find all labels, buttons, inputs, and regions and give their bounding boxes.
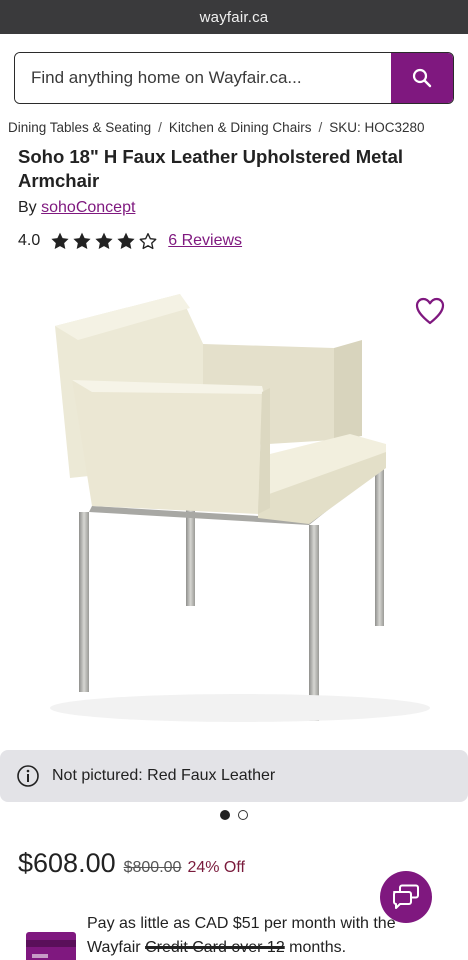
financing-line-2-start: Wayfair bbox=[87, 939, 141, 956]
not-pictured-banner: Not pictured: Red Faux Leather bbox=[0, 750, 468, 802]
by-label: By bbox=[18, 199, 37, 216]
breadcrumb-item-dining-tables[interactable]: Dining Tables & Seating bbox=[8, 120, 151, 135]
star-filled-icon bbox=[117, 232, 135, 249]
carousel-dot-active[interactable] bbox=[220, 810, 230, 820]
breadcrumb-item-kitchen-chairs[interactable]: Kitchen & Dining Chairs bbox=[169, 120, 312, 135]
breadcrumb-sku: SKU: HOC3280 bbox=[329, 119, 425, 135]
breadcrumb-separator: / bbox=[158, 119, 162, 135]
price-discount: 24% Off bbox=[187, 859, 245, 876]
search-bar bbox=[14, 52, 454, 104]
search-button[interactable] bbox=[391, 53, 453, 103]
heart-icon[interactable] bbox=[414, 296, 446, 326]
floor-shadow bbox=[50, 694, 430, 722]
not-pictured-text: Not pictured: Red Faux Leather bbox=[52, 767, 276, 784]
brand-byline: By sohoConcept bbox=[18, 199, 135, 217]
reviews-link[interactable]: 6 Reviews bbox=[168, 232, 242, 250]
star-rating bbox=[50, 231, 158, 251]
star-filled-icon bbox=[95, 232, 113, 249]
financing-line-2-struck: Credit Card over 12 bbox=[145, 939, 285, 956]
url-text: wayfair.ca bbox=[199, 8, 269, 26]
rating-row: 4.0 6 Reviews bbox=[18, 229, 242, 253]
search-input[interactable] bbox=[15, 53, 391, 103]
breadcrumb-separator: / bbox=[318, 119, 323, 135]
breadcrumb: Dining Tables & Seating / Kitchen & Dini… bbox=[0, 117, 468, 137]
star-filled-icon bbox=[73, 232, 91, 249]
product-image-armchair[interactable] bbox=[0, 268, 468, 738]
chair-leg bbox=[309, 525, 319, 721]
product-title: Soho 18" H Faux Leather Upholstered Meta… bbox=[18, 146, 404, 191]
chair-leg bbox=[375, 464, 384, 626]
chat-button[interactable] bbox=[380, 871, 432, 923]
carousel-dot[interactable] bbox=[238, 810, 248, 820]
image-carousel-dots bbox=[0, 808, 468, 822]
price-original: $800.00 bbox=[123, 859, 182, 876]
financing-line-1: Pay as little as CAD $51 per month with … bbox=[87, 915, 396, 932]
credit-card-icon bbox=[26, 932, 76, 960]
star-filled-icon bbox=[51, 232, 69, 249]
brand-link[interactable]: sohoConcept bbox=[41, 199, 135, 216]
star-outline-icon bbox=[139, 233, 157, 250]
browser-url-bar[interactable]: wayfair.ca bbox=[0, 0, 468, 34]
chat-icon bbox=[393, 884, 419, 909]
chair-arm-left bbox=[72, 380, 262, 514]
info-icon bbox=[17, 765, 39, 787]
price-current: $608.00 bbox=[18, 848, 116, 878]
price-row: $608.00 $800.00 24% Off bbox=[18, 848, 245, 879]
chair-leg bbox=[79, 512, 89, 692]
financing-line-2-end: months. bbox=[289, 939, 347, 956]
chair-arm-right-side bbox=[334, 340, 362, 440]
rating-value: 4.0 bbox=[18, 232, 41, 249]
search-icon bbox=[412, 68, 432, 88]
